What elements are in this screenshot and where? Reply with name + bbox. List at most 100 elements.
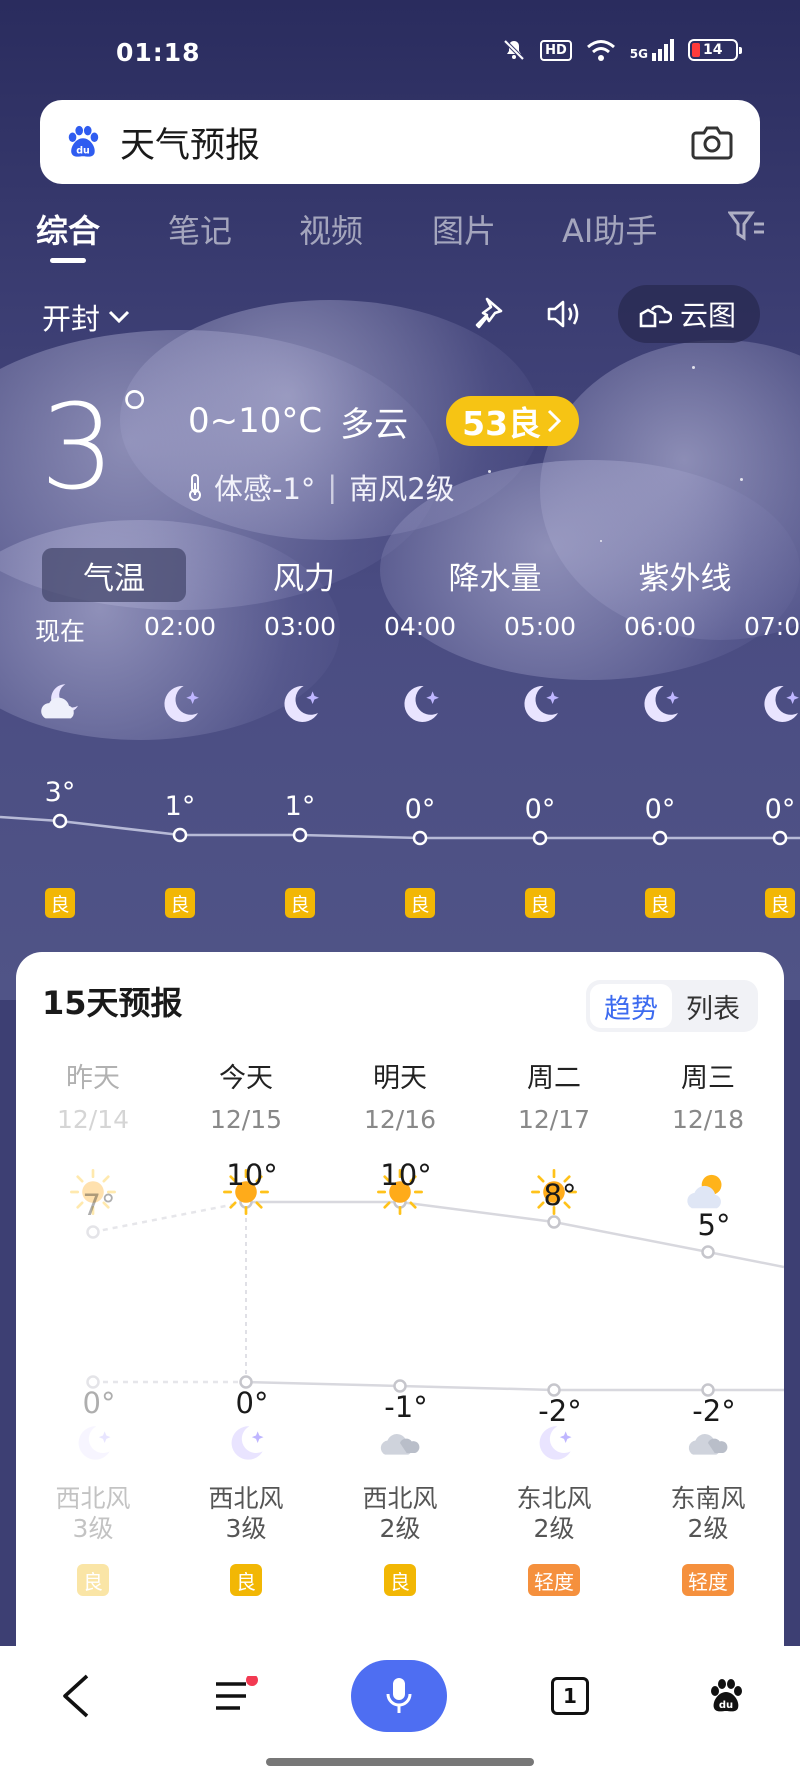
tabs-button[interactable]: 1 xyxy=(540,1646,600,1746)
forecast-day[interactable]: 今天 12/15 xyxy=(176,1056,316,1222)
moon-icon xyxy=(524,685,559,722)
wind-level: 2级 xyxy=(379,1514,421,1543)
wind-direction: 西北风 xyxy=(208,1484,284,1513)
metric-tab-temperature[interactable]: 气温 xyxy=(42,548,186,602)
day-high-temp: 10° xyxy=(226,1158,278,1192)
filter-icon[interactable] xyxy=(728,210,764,244)
hourly-time: 现在 xyxy=(34,617,85,646)
menu-button[interactable] xyxy=(204,1646,264,1746)
hourly-time: 03:00 xyxy=(263,612,337,641)
hourly-aqi-badge: 良 xyxy=(165,888,195,918)
day-name: 明天 xyxy=(373,1063,427,1094)
forecast-day[interactable]: 明天 12/16 xyxy=(330,1056,470,1222)
hourly-forecast[interactable]: 现在 3° 良 02:00 1° 良 03:00 1° 良 04:00 0° 良 05:00 0° 良 06:… xyxy=(0,612,800,932)
speaker-icon[interactable] xyxy=(544,294,584,334)
day-aqi-badge: 良 xyxy=(77,1564,109,1596)
feels-like: 体感-1° xyxy=(214,472,316,506)
baidu-home-button[interactable]: du xyxy=(696,1646,756,1746)
wind-direction: 西北风 xyxy=(362,1484,438,1513)
svg-text:du: du xyxy=(719,1700,733,1711)
hourly-temp: 0° xyxy=(644,794,676,825)
metric-tabs: 气温 风力 降水量 紫外线 xyxy=(0,548,800,604)
signal-icon xyxy=(652,39,674,61)
status-bar: 01:18 HD 5G 14 xyxy=(0,36,800,70)
city-selector[interactable]: 开封 xyxy=(42,296,130,338)
moon-icon xyxy=(78,1426,111,1460)
metric-tab-precipitation[interactable]: 降水量 xyxy=(420,548,570,602)
tab-video[interactable]: 视频 xyxy=(299,206,363,252)
back-button[interactable] xyxy=(46,1646,106,1746)
tab-notes[interactable]: 笔记 xyxy=(168,206,232,252)
tab-ai-assistant[interactable]: AI助手 xyxy=(562,206,657,252)
battery-icon: 14 xyxy=(688,39,742,61)
day-high-temp: 10° xyxy=(380,1158,432,1192)
day-name: 昨天 xyxy=(66,1063,120,1094)
moon-icon xyxy=(404,685,439,722)
city-name: 开封 xyxy=(42,302,101,336)
thermometer-icon xyxy=(189,474,201,501)
hourly-item: 02:00 xyxy=(130,612,230,746)
tab-images[interactable]: 图片 xyxy=(432,206,496,252)
hourly-aqi-badge: 良 xyxy=(525,888,555,918)
hourly-aqi-badge: 良 xyxy=(645,888,675,918)
day-high-temp: 7° xyxy=(82,1188,116,1222)
mute-bell-icon xyxy=(503,39,525,61)
svg-text:du: du xyxy=(76,145,90,156)
hourly-time: 04:00 xyxy=(383,612,457,641)
baidu-paw-icon: du xyxy=(68,125,99,157)
chevron-down-icon xyxy=(108,310,130,324)
wind-info: 南风2级 xyxy=(349,472,455,506)
day-aqi-badge: 轻度 xyxy=(528,1564,580,1596)
chevron-right-icon xyxy=(548,409,562,433)
hourly-item: 07:00 xyxy=(730,612,800,746)
forecast-day[interactable]: 周三 12/18 xyxy=(638,1056,778,1222)
voice-search-button[interactable] xyxy=(351,1660,447,1732)
hourly-temp: 0° xyxy=(404,794,436,825)
current-temperature: 3° xyxy=(40,376,152,516)
aqi-badge[interactable]: 53良 xyxy=(446,396,580,446)
search-bar[interactable]: du 天气预报 xyxy=(40,100,760,184)
day-date: 12/14 xyxy=(56,1105,130,1134)
wind-direction: 西北风 xyxy=(55,1484,131,1513)
day-low-temp: 0° xyxy=(235,1386,269,1420)
hourly-temp-point xyxy=(292,827,308,843)
tab-all[interactable]: 综合 xyxy=(36,206,100,252)
day-high-temp: 5° xyxy=(697,1208,731,1242)
day-aqi-badge: 良 xyxy=(230,1564,262,1596)
camera-icon[interactable] xyxy=(690,123,734,161)
back-arrow-icon xyxy=(63,1674,89,1718)
pin-icon[interactable] xyxy=(470,294,510,334)
day-name: 周三 xyxy=(681,1063,735,1094)
status-time: 01:18 xyxy=(116,38,201,67)
cloud-map-label: 云图 xyxy=(679,299,736,332)
metric-tab-uv[interactable]: 紫外线 xyxy=(610,548,760,602)
tab-count-icon: 1 xyxy=(551,1677,589,1715)
hd-badge: HD xyxy=(540,39,572,61)
search-query[interactable]: 天气预报 xyxy=(120,117,690,168)
day-low-temp: 0° xyxy=(82,1386,116,1420)
moon-icon xyxy=(231,1426,264,1460)
cloud-icon xyxy=(380,1434,420,1455)
hourly-item: 现在 xyxy=(10,612,110,746)
hourly-time: 05:00 xyxy=(503,612,577,641)
day-date: 12/15 xyxy=(209,1105,283,1134)
network-label: 5G xyxy=(629,47,648,61)
moon-icon xyxy=(764,685,799,722)
metric-tab-wind[interactable]: 风力 xyxy=(232,548,376,602)
trend-view-button[interactable]: 趋势 xyxy=(590,984,672,1028)
moon-icon xyxy=(284,685,319,722)
wind-level: 2级 xyxy=(687,1514,729,1543)
wind-direction: 东南风 xyxy=(670,1484,746,1513)
hourly-temp-point xyxy=(172,827,188,843)
list-view-button[interactable]: 列表 xyxy=(672,984,754,1028)
weather-condition: 多云 xyxy=(340,404,409,445)
hourly-item: 03:00 xyxy=(250,612,350,746)
day-wind: 西北风 3级 xyxy=(23,1484,163,1544)
temperature-range: 0~10°C xyxy=(188,401,323,441)
wind-direction: 东北风 xyxy=(516,1484,592,1513)
hourly-item: 04:00 xyxy=(370,612,470,746)
view-toggle: 趋势 列表 xyxy=(586,980,758,1032)
day-date: 12/17 xyxy=(517,1105,591,1134)
moon-icon xyxy=(644,685,679,722)
cloud-map-button[interactable]: 云图 xyxy=(617,285,760,343)
